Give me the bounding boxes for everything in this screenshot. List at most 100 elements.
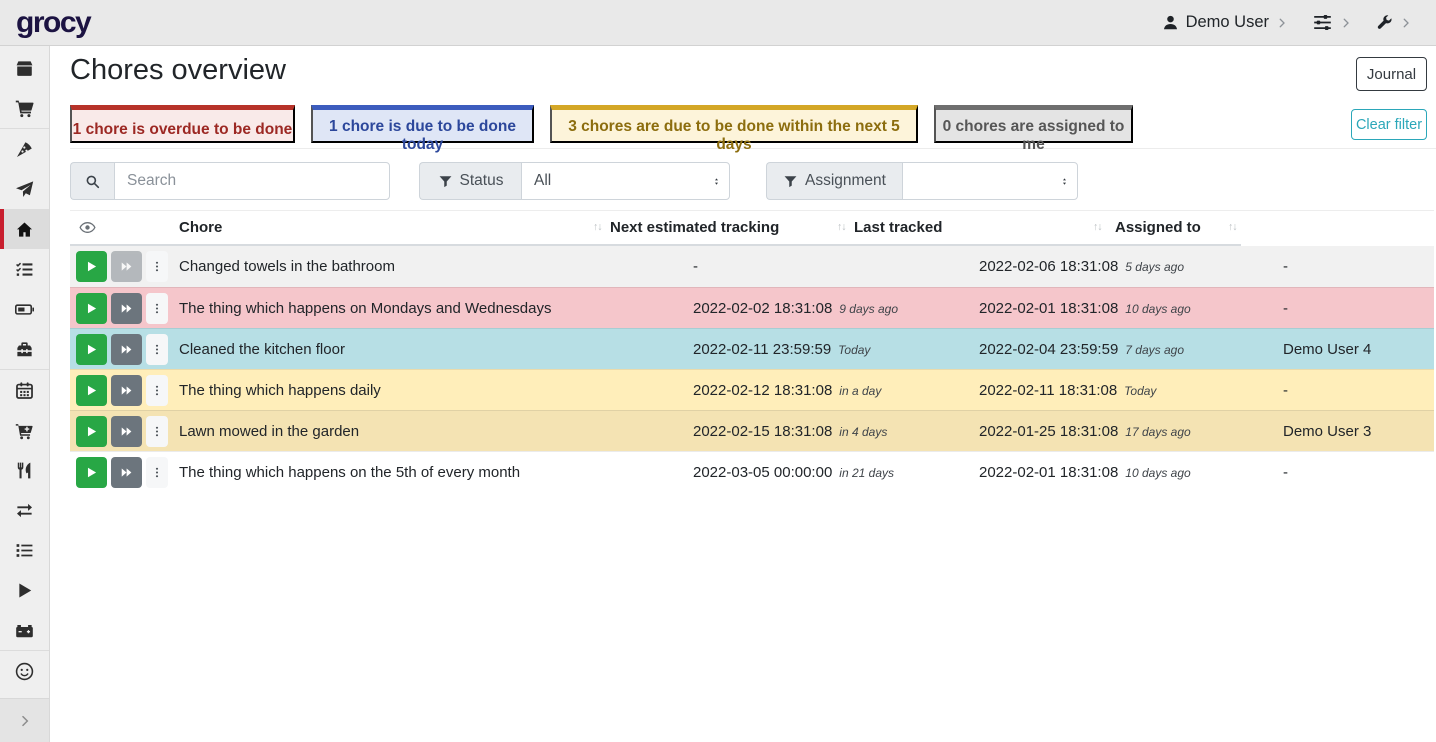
status-banners: Clear filter 1 chore is overdue to be do… (70, 105, 1436, 149)
next-estimated-tracking-cell: 2022-02-15 18:31:08in 4 days (693, 411, 887, 453)
column-header-last-tracked[interactable]: Last tracked (854, 211, 942, 244)
table-row: The thing which happens on the 5th of ev… (70, 451, 1434, 492)
skip-next-chore-schedule-button[interactable] (111, 416, 142, 447)
chore-row-menu-button[interactable] (146, 457, 168, 488)
sidebar-item-box[interactable] (0, 48, 49, 88)
chevron-right-icon (1400, 17, 1412, 29)
skip-next-chore-schedule-button[interactable] (111, 457, 142, 488)
sidebar-item-exchange[interactable] (0, 490, 49, 530)
grocy-logo[interactable]: grocy (16, 0, 90, 46)
skip-next-chore-schedule-button[interactable] (111, 334, 142, 365)
sidebar-item-calendar[interactable] (0, 370, 49, 410)
calendar-icon (15, 381, 34, 400)
skip-next-chore-schedule-button[interactable] (111, 375, 142, 406)
sidebar-item-smiley[interactable] (0, 651, 49, 691)
sidebar-item-tasks[interactable] (0, 249, 49, 289)
chore-name[interactable]: The thing which happens on Mondays and W… (179, 288, 551, 329)
eye-icon[interactable] (79, 219, 96, 240)
track-chore-execution-button[interactable] (76, 251, 107, 282)
sidebar-item-battery[interactable] (0, 289, 49, 329)
sidebar-item-utensils[interactable] (0, 450, 49, 490)
chore-row-menu-button[interactable] (146, 334, 168, 365)
chore-name[interactable]: The thing which happens daily (179, 370, 381, 411)
sidebar-item-play[interactable] (0, 570, 49, 610)
ellipsis-v-icon (151, 259, 163, 274)
ellipsis-v-icon (151, 342, 163, 357)
chore-row-menu-button[interactable] (146, 251, 168, 282)
pizza-slice-icon (15, 140, 34, 159)
last-tracked-cell: 2022-02-01 18:31:0810 days ago (979, 452, 1191, 494)
list-icon (15, 541, 34, 560)
chore-name[interactable]: Lawn mowed in the garden (179, 411, 359, 452)
assignment-filter-select[interactable] (902, 162, 1078, 200)
track-chore-execution-button[interactable] (76, 416, 107, 447)
sort-icon[interactable]: ↑↓ (837, 211, 846, 244)
sidebar-item-paper-plane[interactable] (0, 169, 49, 209)
banner-due-soon[interactable]: 3 chores are due to be done within the n… (550, 105, 918, 143)
chore-name[interactable]: The thing which happens on the 5th of ev… (179, 452, 520, 493)
column-header-chore[interactable]: Chore (179, 211, 222, 244)
skip-next-chore-schedule-button[interactable] (111, 251, 142, 282)
sidebar-item-list[interactable] (0, 530, 49, 570)
sidebar-item-home[interactable] (0, 209, 49, 249)
track-chore-execution-button[interactable] (76, 293, 107, 324)
last-tracked-cell: 2022-01-25 18:31:0817 days ago (979, 411, 1191, 453)
sidebar-item-cart-plus[interactable] (0, 410, 49, 450)
sidebar-item-toolbox[interactable] (0, 329, 49, 369)
chore-row-menu-button[interactable] (146, 375, 168, 406)
expand-sidebar-button[interactable] (0, 698, 49, 742)
chore-row-menu-button[interactable] (146, 293, 168, 324)
sidebar-item-car-battery[interactable] (0, 610, 49, 650)
assignment-filter-group: Assignment (766, 162, 1078, 200)
toolbox-icon (15, 340, 34, 359)
skip-next-chore-schedule-button[interactable] (111, 293, 142, 324)
status-filter-value: All (534, 172, 551, 190)
settings-menu[interactable] (1312, 12, 1352, 33)
sidebar-item-pizza-slice[interactable] (0, 129, 49, 169)
play-icon (85, 425, 98, 438)
next-estimated-tracking-cell: 2022-03-05 00:00:00in 21 days (693, 452, 894, 494)
chore-row-menu-button[interactable] (146, 416, 168, 447)
sort-icon[interactable]: ↑↓ (1093, 211, 1102, 244)
ellipsis-v-icon (151, 383, 163, 398)
journal-button[interactable]: Journal (1356, 57, 1427, 91)
track-chore-execution-button[interactable] (76, 457, 107, 488)
smiley-icon (15, 662, 34, 681)
column-header-assigned-to[interactable]: Assigned to (1115, 211, 1201, 244)
table-row: Cleaned the kitchen floor2022-02-11 23:5… (70, 328, 1434, 369)
track-chore-execution-button[interactable] (76, 375, 107, 406)
filter-icon (438, 174, 453, 189)
banner-assigned-me[interactable]: 0 chores are assigned to me (934, 105, 1133, 143)
next-estimated-tracking-cell: 2022-02-12 18:31:08in a day (693, 370, 881, 412)
track-chore-execution-button[interactable] (76, 334, 107, 365)
ellipsis-v-icon (151, 465, 163, 480)
main-area: Chores overview Journal Clear filter 1 c… (50, 46, 1436, 492)
table-row: Changed towels in the bathroom-2022-02-0… (70, 246, 1434, 287)
battery-icon (15, 300, 34, 319)
banner-overdue[interactable]: 1 chore is overdue to be done (70, 105, 295, 143)
chore-name[interactable]: Changed towels in the bathroom (179, 246, 395, 287)
utensils-icon (15, 461, 34, 480)
paper-plane-icon (15, 180, 34, 199)
sort-icon[interactable]: ↑↓ (1228, 211, 1237, 244)
home-icon (15, 220, 34, 239)
admin-menu[interactable] (1376, 14, 1412, 31)
clear-filter-button[interactable]: Clear filter (1351, 109, 1427, 140)
cart-plus-icon (15, 421, 34, 440)
search-input[interactable] (114, 162, 390, 200)
box-icon (15, 59, 34, 78)
assigned-to-cell: - (1283, 288, 1288, 329)
search-icon (85, 174, 100, 189)
status-filter-select[interactable]: All (521, 162, 730, 200)
sidebar-item-shopping-cart[interactable] (0, 88, 49, 128)
assignment-filter-label: Assignment (805, 172, 886, 190)
chore-name[interactable]: Cleaned the kitchen floor (179, 329, 345, 370)
banner-due-today[interactable]: 1 chore is due to be done today (311, 105, 534, 143)
sort-icon[interactable]: ↑↓ (593, 211, 602, 244)
column-header-next-tracking[interactable]: Next estimated tracking (610, 211, 779, 244)
top-navbar: grocy Demo User (0, 0, 1436, 46)
status-filter-group: Status All (419, 162, 730, 200)
search-group (70, 162, 390, 200)
shopping-cart-icon (15, 99, 34, 118)
user-menu[interactable]: Demo User (1162, 13, 1288, 32)
